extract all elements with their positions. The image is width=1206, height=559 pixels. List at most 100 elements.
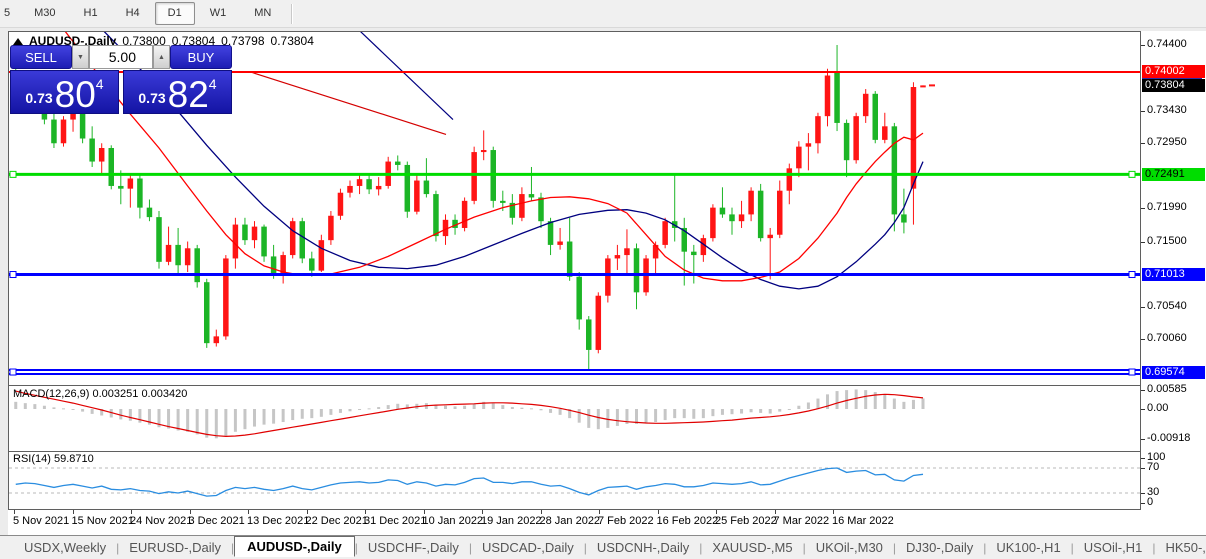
tab-usdcad-daily[interactable]: USDCAD-,Daily [472, 538, 584, 557]
axis-tick-mark [1141, 45, 1145, 46]
tab-audusd-daily[interactable]: AUDUSD-,Daily [234, 536, 355, 557]
date-label: 5 Nov 2021 [13, 515, 69, 527]
tab-hk50-daily[interactable]: HK50-,Daily [1155, 538, 1206, 557]
date-label: 22 Dec 2021 [306, 515, 368, 527]
date-tick-mark [307, 510, 308, 514]
rsi-axis-label: 0 [1147, 496, 1153, 508]
buy-quote-box[interactable]: 0.73 82 4 [123, 70, 232, 114]
timeframe-button-H1[interactable]: H1 [71, 2, 111, 25]
tab-ukoil-m30[interactable]: UKOil-,M30 [806, 538, 893, 557]
date-tick-mark [658, 510, 659, 514]
price-tick-label: 0.71990 [1147, 201, 1187, 213]
macd-axis-label: 0.00585 [1147, 383, 1187, 395]
date-tick-mark [14, 510, 15, 514]
timeframe-button-5[interactable]: 5 [1, 2, 19, 25]
collapse-triangle-icon[interactable] [13, 38, 23, 45]
axis-tick-mark [1141, 111, 1145, 112]
sell-price-big: 80 [55, 80, 96, 110]
rsi-indicator-pane[interactable] [9, 452, 1140, 509]
tab-xauusd-m5[interactable]: XAUUSD-,M5 [702, 538, 802, 557]
tab-usdchf-daily[interactable]: USDCHF-,Daily [358, 538, 469, 557]
tab-usdcnh-daily[interactable]: USDCNH-,Daily [587, 538, 699, 557]
date-tick-mark [716, 510, 717, 514]
date-tick-mark [73, 510, 74, 514]
date-axis: 5 Nov 202115 Nov 202124 Nov 20213 Dec 20… [8, 510, 1206, 535]
ohlc-close: 0.73804 [271, 34, 314, 48]
sell-price-prefix: 0.73 [25, 90, 52, 106]
sell-price-pip: 4 [96, 76, 104, 92]
date-label: 7 Mar 2022 [774, 515, 830, 527]
axis-tick-mark [1141, 458, 1145, 459]
axis-tick-mark [1141, 468, 1145, 469]
tab-eurusd-daily[interactable]: EURUSD-,Daily [119, 538, 231, 557]
timeframe-button-D1[interactable]: D1 [155, 2, 195, 25]
axis-tick-mark [1141, 409, 1145, 410]
buy-button[interactable]: BUY [170, 45, 232, 69]
timeframe-toolbar: 5M30H1H4D1W1MN [0, 0, 1206, 28]
date-tick-mark [190, 510, 191, 514]
axis-tick-mark [1141, 390, 1145, 391]
date-label: 13 Dec 2021 [247, 515, 309, 527]
date-label: 28 Jan 2022 [540, 515, 601, 527]
price-tick-label: 0.72950 [1147, 136, 1187, 148]
rsi-header: RSI(14) 59.8710 [13, 453, 94, 465]
price-tick-label: 0.71500 [1147, 235, 1187, 247]
date-label: 16 Feb 2022 [657, 515, 719, 527]
date-tick-mark [248, 510, 249, 514]
price-axis: 0.74400 0.73430 0.72950 0.71990 0.71500 0.705… [1141, 31, 1206, 510]
tab-usdx-weekly[interactable]: USDX,Weekly [14, 538, 116, 557]
price-tick-label: 0.74400 [1147, 38, 1187, 50]
macd-axis-label: -0.00918 [1147, 432, 1190, 444]
price-tick-label: 0.73430 [1147, 104, 1187, 116]
buy-price-prefix: 0.73 [138, 90, 165, 106]
date-tick-mark [424, 510, 425, 514]
date-tick-mark [131, 510, 132, 514]
date-tick-mark [599, 510, 600, 514]
timeframe-button-MN[interactable]: MN [241, 2, 284, 25]
date-tick-mark [365, 510, 366, 514]
date-label: 7 Feb 2022 [598, 515, 654, 527]
date-label: 19 Jan 2022 [481, 515, 542, 527]
date-tick-mark [482, 510, 483, 514]
volume-input[interactable]: 5.00 [89, 45, 153, 69]
date-tick-mark [541, 510, 542, 514]
price-tick-label: 0.70540 [1147, 300, 1187, 312]
axis-tick-mark [1141, 503, 1145, 504]
rsi-value: 59.8710 [54, 453, 94, 465]
date-label: 10 Jan 2022 [423, 515, 484, 527]
macd-value-signal: 0.003420 [141, 388, 187, 400]
symbol-tab-bar: USDX,Weekly|EURUSD-,Daily|AUDUSD-,Daily|… [0, 535, 1206, 559]
price-badge-0.74002: 0.74002 [1142, 65, 1205, 78]
macd-axis-label: 0.00 [1147, 402, 1168, 414]
date-label: 25 Feb 2022 [715, 515, 777, 527]
volume-increase-button[interactable]: ▲ [153, 45, 170, 69]
macd-header: MACD(12,26,9) 0.003251 0.003420 [13, 388, 187, 400]
tab-dj30-daily[interactable]: DJ30-,Daily [896, 538, 983, 557]
axis-tick-mark [1141, 143, 1145, 144]
sell-button[interactable]: SELL [10, 45, 72, 69]
date-label: 24 Nov 2021 [130, 515, 192, 527]
price-badge-0.71013: 0.71013 [1142, 268, 1205, 281]
price-tick-label: 0.70060 [1147, 332, 1187, 344]
date-label: 31 Dec 2021 [364, 515, 426, 527]
one-click-trade-panel: SELL ▼ 5.00 ▲ BUY 0.73 80 4 0.73 82 4 [10, 45, 232, 114]
price-badge-0.73804: 0.73804 [1142, 79, 1205, 92]
date-tick-mark [833, 510, 834, 514]
date-label: 15 Nov 2021 [72, 515, 134, 527]
timeframe-button-W1[interactable]: W1 [197, 2, 240, 25]
timeframe-button-M30[interactable]: M30 [21, 2, 68, 25]
axis-tick-mark [1141, 307, 1145, 308]
macd-separator [8, 385, 1206, 386]
sell-quote-box[interactable]: 0.73 80 4 [10, 70, 119, 114]
axis-tick-mark [1141, 208, 1145, 209]
date-tick-mark [775, 510, 776, 514]
timeframe-button-H4[interactable]: H4 [113, 2, 153, 25]
buy-price-big: 82 [168, 80, 209, 110]
price-badge-0.72491: 0.72491 [1142, 168, 1205, 181]
toolbar-separator [291, 4, 293, 24]
tab-usoil-h1[interactable]: USOil-,H1 [1074, 538, 1153, 557]
tab-uk100-h1[interactable]: UK100-,H1 [986, 538, 1070, 557]
axis-tick-mark [1141, 339, 1145, 340]
volume-decrease-button[interactable]: ▼ [72, 45, 89, 69]
date-label: 16 Mar 2022 [832, 515, 894, 527]
